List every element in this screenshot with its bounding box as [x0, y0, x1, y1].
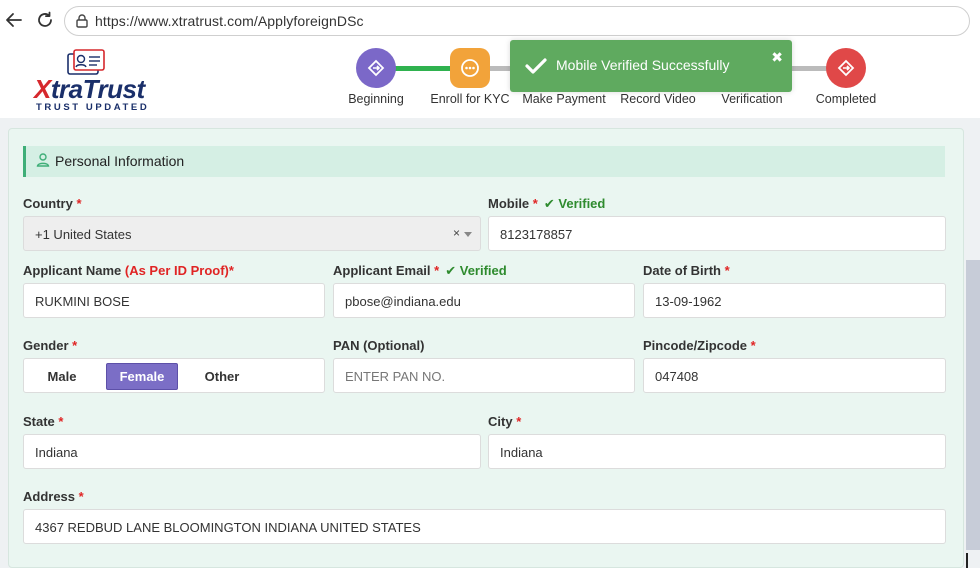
dob-label: Date of Birth * — [643, 263, 730, 278]
mobile-label: Mobile * ✔ Verified — [488, 196, 606, 211]
applicant-name-value: RUKMINI BOSE — [35, 294, 130, 309]
clear-icon[interactable]: × — [453, 226, 460, 240]
gender-selector: Male Female Other — [23, 358, 325, 393]
applicant-email-label: Applicant Email * ✔ Verified — [333, 263, 507, 278]
reload-icon[interactable] — [33, 8, 57, 32]
checkmark-icon — [525, 58, 547, 74]
user-icon — [36, 153, 50, 167]
success-toast: Mobile Verified Successfully ✖ — [510, 40, 792, 92]
section-title: Personal Information — [55, 153, 185, 169]
gender-option-female[interactable]: Female — [106, 363, 178, 390]
close-icon[interactable]: ✖ — [771, 49, 783, 66]
diamond-arrow-icon — [356, 48, 396, 88]
dob-field[interactable]: 13-09-1962 — [643, 283, 946, 318]
personal-info-card: Personal Information Country * +1 United… — [8, 128, 964, 568]
step-label: Completed — [815, 92, 877, 106]
applicant-email-field[interactable]: pbose@indiana.edu — [333, 283, 635, 318]
pincode-value: 047408 — [655, 369, 699, 384]
email-verified-badge: ✔ Verified — [445, 263, 507, 278]
url-text: https://www.xtratrust.com/ApplyforeignDS… — [95, 13, 364, 29]
applicant-email-value: pbose@indiana.edu — [345, 294, 461, 309]
brand-name: XtraTrust — [34, 74, 145, 104]
site-header: XtraTrust TRUST UPDATED Beginning Enroll… — [0, 42, 980, 118]
dob-value: 13-09-1962 — [655, 294, 722, 309]
mobile-value: 8123178857 — [500, 227, 573, 242]
pincode-label: Pincode/Zipcode * — [643, 338, 756, 353]
back-arrow-icon[interactable] — [2, 8, 26, 32]
address-value: 4367 REDBUD LANE BLOOMINGTON INDIANA UNI… — [35, 520, 421, 535]
more-dots-icon — [450, 48, 490, 88]
state-value: Indiana — [35, 445, 78, 460]
gender-option-other[interactable]: Other — [188, 363, 256, 390]
country-label: Country * — [23, 196, 82, 211]
country-select[interactable]: +1 United States × — [23, 216, 481, 251]
applicant-name-field[interactable]: RUKMINI BOSE — [23, 283, 325, 318]
pan-field[interactable]: ENTER PAN NO. — [333, 358, 635, 393]
mobile-verified-badge: ✔ Verified — [543, 196, 606, 211]
chevron-down-icon[interactable] — [464, 232, 472, 237]
address-label: Address * — [23, 489, 84, 504]
diamond-arrow-icon — [826, 48, 866, 88]
gender-label: Gender * — [23, 338, 78, 353]
main-content: Personal Information Country * +1 United… — [0, 118, 980, 568]
site-info-icon[interactable] — [73, 12, 91, 30]
brand-tagline: TRUST UPDATED — [36, 102, 150, 113]
state-field[interactable]: Indiana — [23, 434, 481, 469]
state-label: State * — [23, 414, 64, 429]
section-header: Personal Information — [23, 146, 945, 177]
mobile-field[interactable]: 8123178857 — [488, 216, 946, 251]
text-cursor — [966, 553, 968, 568]
city-value: Indiana — [500, 445, 543, 460]
pan-placeholder: ENTER PAN NO. — [345, 369, 446, 384]
country-value: +1 United States — [35, 227, 132, 242]
xtratrust-logo[interactable]: XtraTrust TRUST UPDATED — [34, 48, 154, 113]
gender-option-male[interactable]: Male — [28, 363, 96, 390]
address-bar[interactable]: https://www.xtratrust.com/ApplyforeignDS… — [64, 6, 970, 36]
check-icon: ✔ — [445, 263, 457, 278]
step-completed[interactable]: Completed — [796, 42, 896, 112]
pincode-field[interactable]: 047408 — [643, 358, 946, 393]
check-icon: ✔ — [543, 196, 555, 211]
address-field[interactable]: 4367 REDBUD LANE BLOOMINGTON INDIANA UNI… — [23, 509, 946, 544]
city-field[interactable]: Indiana — [488, 434, 946, 469]
browser-toolbar: https://www.xtratrust.com/ApplyforeignDS… — [0, 0, 980, 42]
pan-label: PAN (Optional) — [333, 338, 425, 353]
toast-message: Mobile Verified Successfully — [556, 57, 730, 73]
applicant-name-label: Applicant Name (As Per ID Proof)* — [23, 263, 234, 278]
scrollbar-track[interactable] — [966, 260, 980, 550]
city-label: City * — [488, 414, 522, 429]
